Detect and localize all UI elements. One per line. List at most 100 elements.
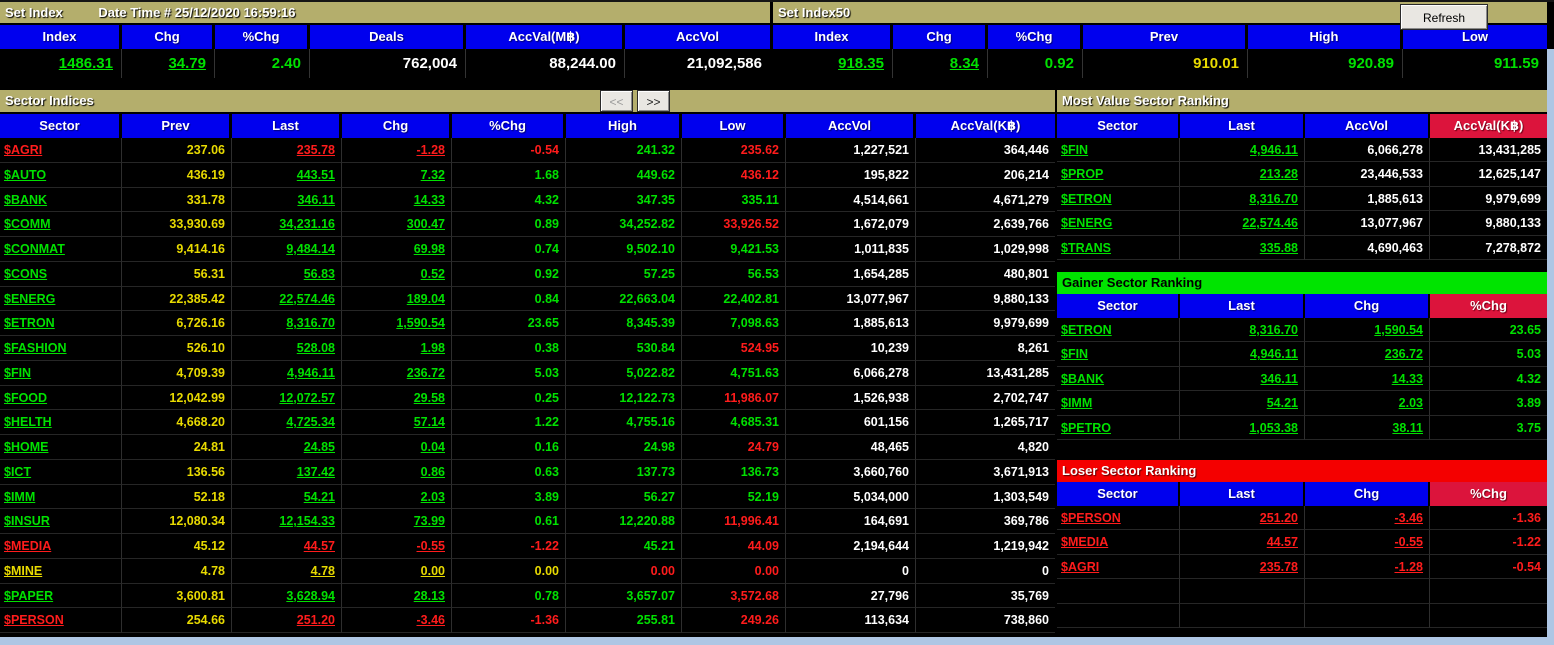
table-cell[interactable]: $FOOD xyxy=(0,385,122,411)
table-cell: 1,590.54 xyxy=(1305,318,1430,343)
table-cell: 1,885,613 xyxy=(1305,186,1430,212)
table-cell xyxy=(1180,603,1305,628)
table-cell[interactable]: $ENERG xyxy=(0,286,122,312)
table-cell[interactable]: $CONS xyxy=(0,261,122,287)
table-cell[interactable]: $FIN xyxy=(1057,342,1180,367)
table-cell: 52.18 xyxy=(122,484,232,510)
table-cell[interactable]: $ETRON xyxy=(0,311,122,336)
table-cell: 22,574.46 xyxy=(232,286,342,312)
index-value-cell: 910.01 xyxy=(1083,49,1248,78)
table-cell[interactable]: $MINE xyxy=(0,558,122,584)
table-cell[interactable]: $ICT xyxy=(0,459,122,485)
market-quote-board: Set Index Date Time # 25/12/2020 16:59:1… xyxy=(0,0,1554,645)
table-cell: 12,220.88 xyxy=(566,509,682,534)
index-value-cell: 2.40 xyxy=(215,49,310,78)
table-cell: 12,122.73 xyxy=(566,385,682,411)
table-cell[interactable]: $ENERG xyxy=(1057,211,1180,236)
table-cell: 4,514,661 xyxy=(786,187,916,213)
table-cell[interactable]: $BANK xyxy=(1057,366,1180,392)
table-cell: 443.51 xyxy=(232,162,342,188)
index-value-cell[interactable]: 918.35 xyxy=(773,49,893,78)
table-cell: 137.73 xyxy=(566,459,682,485)
table-cell: 1,053.38 xyxy=(1180,415,1305,440)
refresh-button[interactable]: Refresh xyxy=(1400,4,1488,30)
table-cell[interactable]: $ETRON xyxy=(1057,186,1180,212)
table-cell: 7.32 xyxy=(342,162,452,188)
table-cell xyxy=(1430,579,1547,604)
table-cell: 526.10 xyxy=(122,336,232,361)
table-cell: 528.08 xyxy=(232,336,342,361)
table-cell: 35,769 xyxy=(916,584,1055,609)
column-header: Chg xyxy=(122,25,215,49)
table-cell: 0 xyxy=(786,558,916,584)
table-cell: 4,685.31 xyxy=(682,410,786,435)
table-cell: 33,926.52 xyxy=(682,212,786,237)
table-cell[interactable]: $COMM xyxy=(0,212,122,237)
table-cell: 12,625,147 xyxy=(1430,162,1547,187)
table-cell[interactable]: $PAPER xyxy=(0,583,122,609)
table-cell: 12,154.33 xyxy=(232,509,342,534)
table-cell: 4,668.20 xyxy=(122,410,232,435)
table-cell: 7,098.63 xyxy=(682,311,786,336)
window-border-right xyxy=(1547,49,1554,645)
table-cell: 27,796 xyxy=(786,583,916,609)
table-cell: 189.04 xyxy=(342,286,452,312)
table-cell[interactable]: $TRANS xyxy=(1057,235,1180,260)
table-cell: 1,885,613 xyxy=(786,311,916,336)
table-cell[interactable]: $PERSON xyxy=(1057,506,1180,531)
table-cell[interactable]: $FIN xyxy=(0,360,122,386)
table-cell[interactable]: $PROP xyxy=(1057,162,1180,187)
set-index-title: Set Index xyxy=(5,5,63,20)
table-cell[interactable]: $PERSON xyxy=(0,608,122,633)
table-cell[interactable]: $PETRO xyxy=(1057,415,1180,440)
index-value-cell[interactable]: 1486.31 xyxy=(0,49,122,78)
column-header: Low xyxy=(682,114,786,138)
table-cell xyxy=(1057,603,1180,628)
column-header: AccVal(K฿) xyxy=(1430,114,1547,138)
table-cell: 8,316.70 xyxy=(1180,186,1305,212)
table-cell: 24.85 xyxy=(232,435,342,460)
table-cell: 335.88 xyxy=(1180,235,1305,260)
table-cell[interactable]: $MEDIA xyxy=(1057,530,1180,555)
table-cell: 0.00 xyxy=(682,558,786,584)
table-cell: 601,156 xyxy=(786,410,916,435)
table-cell xyxy=(1430,604,1547,628)
table-cell[interactable]: $AGRI xyxy=(0,138,122,163)
table-cell: 113,634 xyxy=(786,608,916,633)
table-cell[interactable]: $BANK xyxy=(0,187,122,213)
column-header: Chg xyxy=(893,25,988,49)
table-cell: 33,930.69 xyxy=(122,212,232,237)
table-cell[interactable]: $IMM xyxy=(1057,391,1180,416)
table-cell[interactable]: $FIN xyxy=(1057,138,1180,163)
table-cell: 56.83 xyxy=(232,261,342,287)
table-cell[interactable]: $HOME xyxy=(0,435,122,460)
table-cell: 0.86 xyxy=(342,459,452,485)
table-cell: 5,022.82 xyxy=(566,360,682,386)
table-cell: 8,261 xyxy=(916,336,1055,361)
index-value-cell[interactable]: 8.34 xyxy=(893,49,988,78)
sector-table-body: $AGRI 237.06 235.78 -1.28 -0.54 241.32 235.62 1… xyxy=(0,138,1055,633)
table-cell[interactable]: $FASHION xyxy=(0,336,122,361)
table-cell: 57.25 xyxy=(566,261,682,287)
column-header: Deals xyxy=(310,25,466,49)
table-cell[interactable]: $AUTO xyxy=(0,162,122,188)
table-cell[interactable]: $ETRON xyxy=(1057,318,1180,343)
table-cell[interactable]: $AGRI xyxy=(1057,554,1180,580)
table-cell: 530.84 xyxy=(566,336,682,361)
table-cell[interactable]: $MEDIA xyxy=(0,534,122,559)
table-cell[interactable]: $INSUR xyxy=(0,509,122,534)
page-previous-button[interactable]: << xyxy=(600,90,633,112)
most-value-title: Most Value Sector Ranking xyxy=(1062,93,1229,108)
table-cell: 29.58 xyxy=(342,385,452,411)
page-next-button[interactable]: >> xyxy=(637,90,670,112)
table-cell[interactable]: $CONMAT xyxy=(0,237,122,262)
column-header: AccVal(K฿) xyxy=(916,114,1055,138)
table-cell[interactable]: $HELTH xyxy=(0,410,122,435)
index-value-cell[interactable]: 34.79 xyxy=(122,49,215,78)
table-cell: 73.99 xyxy=(342,509,452,534)
table-cell: 13,431,285 xyxy=(916,361,1055,386)
table-cell: 3,600.81 xyxy=(122,583,232,609)
table-cell[interactable]: $IMM xyxy=(0,484,122,510)
table-cell: 449.62 xyxy=(566,162,682,188)
loser-header-row: Sector Last Chg %Chg xyxy=(1057,482,1547,506)
